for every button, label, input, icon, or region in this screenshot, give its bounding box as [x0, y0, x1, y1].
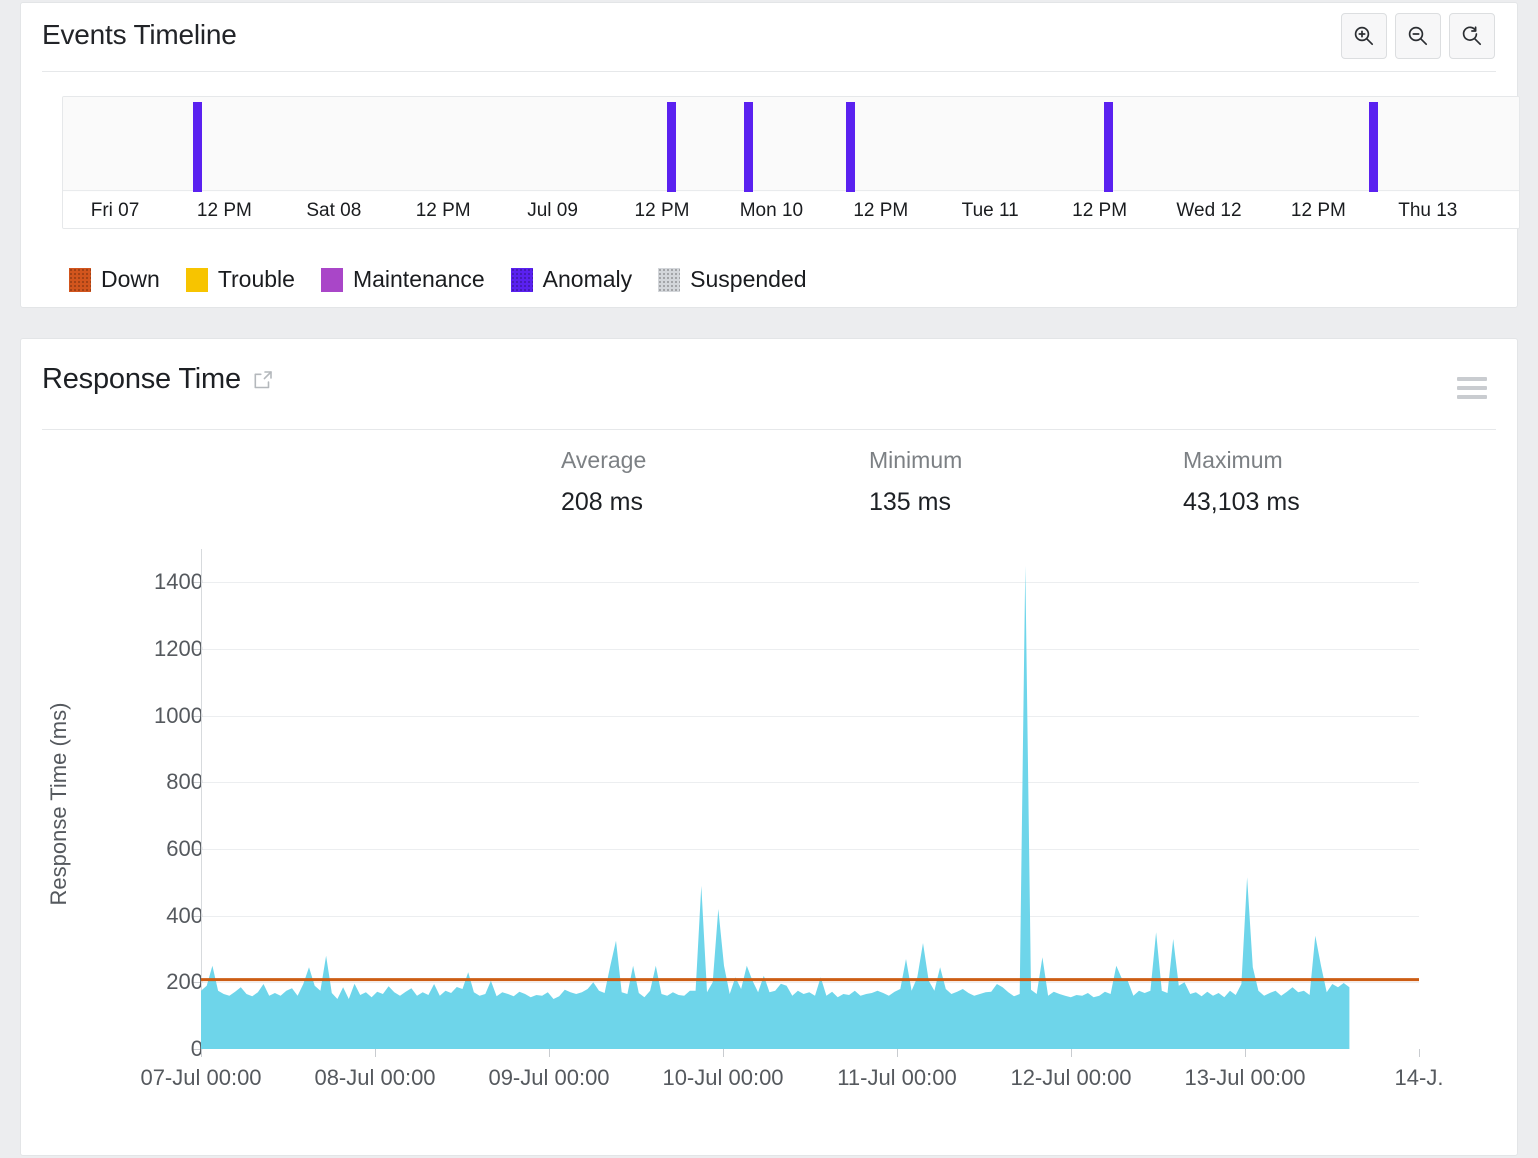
timeline-axis-tick: Thu 13: [1398, 200, 1457, 222]
legend-swatch: [186, 268, 208, 292]
response-time-chart[interactable]: Response Time (ms)0200400600800100012001…: [21, 539, 1519, 1139]
timeline-axis-tick: Fri 07: [91, 200, 140, 222]
legend-item[interactable]: Trouble: [186, 266, 295, 293]
timeline-event-bar[interactable]: [1369, 102, 1378, 192]
timeline-axis-tick: Jul 09: [527, 200, 578, 222]
legend-item[interactable]: Suspended: [658, 266, 806, 293]
stat-value: 43,103 ms: [1183, 488, 1300, 517]
events-legend: Down Trouble Maintenance Anomaly Suspended: [69, 266, 833, 293]
events-timeline-title: Events Timeline: [42, 19, 237, 51]
events-timeline-track[interactable]: [63, 97, 1519, 191]
legend-item[interactable]: Down: [69, 266, 160, 293]
timeline-event-bar[interactable]: [193, 102, 202, 192]
legend-label: Trouble: [218, 266, 295, 293]
zoom-in-button[interactable]: [1341, 13, 1387, 59]
hamburger-bar: [1457, 377, 1487, 381]
zoom-reset-button[interactable]: [1449, 13, 1495, 59]
legend-label: Down: [101, 266, 160, 293]
timeline-axis-tick: 12 PM: [635, 200, 690, 222]
timeline-event-bar[interactable]: [1104, 102, 1113, 192]
stat-block: Maximum 43,103 ms: [1183, 447, 1300, 517]
hamburger-bar: [1457, 395, 1487, 399]
zoom-out-icon: [1406, 24, 1430, 48]
stat-block: Minimum 135 ms: [869, 447, 962, 517]
response-time-series-area: [201, 566, 1349, 1049]
stat-label: Maximum: [1183, 447, 1300, 474]
response-header-divider: [42, 429, 1496, 430]
legend-label: Suspended: [690, 266, 806, 293]
events-timeline-strip[interactable]: Fri 07 12 PM Sat 08 12 PM Jul 09 12 PM Mon 10 1…: [62, 96, 1520, 229]
zoom-out-button[interactable]: [1395, 13, 1441, 59]
stat-label: Minimum: [869, 447, 962, 474]
response-time-stats: Average 208 ms Minimum 135 ms Maximum 43,103 …: [21, 447, 1517, 527]
timeline-event-bar[interactable]: [667, 102, 676, 192]
hamburger-bar: [1457, 386, 1487, 390]
response-time-title-text: Response Time: [42, 363, 241, 396]
timeline-axis-tick: Tue 11: [962, 200, 1019, 222]
timeline-zoom-controls: [1341, 13, 1495, 59]
events-timeline-panel: Events Timeline: [20, 2, 1518, 308]
legend-label: Maintenance: [353, 266, 485, 293]
legend-swatch: [658, 268, 680, 292]
legend-label: Anomaly: [543, 266, 632, 293]
legend-item[interactable]: Anomaly: [511, 266, 632, 293]
timeline-axis-tick: 12 PM: [416, 200, 471, 222]
timeline-axis-tick: Wed 12: [1176, 200, 1241, 222]
response-time-title: Response Time: [42, 363, 274, 396]
timeline-axis-tick: 12 PM: [1072, 200, 1127, 222]
timeline-axis-tick: Mon 10: [740, 200, 803, 222]
legend-swatch: [321, 268, 343, 292]
header-divider: [42, 71, 1496, 72]
stat-label: Average: [561, 447, 646, 474]
legend-swatch: [511, 268, 533, 292]
timeline-event-bar[interactable]: [744, 102, 753, 192]
chart-menu-button[interactable]: [1457, 377, 1487, 399]
timeline-axis-tick: 12 PM: [197, 200, 252, 222]
response-time-area-chart[interactable]: [21, 539, 1519, 1139]
legend-swatch: [69, 268, 91, 292]
dashboard-page: Events Timeline: [0, 0, 1538, 1158]
zoom-in-icon: [1352, 24, 1376, 48]
events-timeline-axis: Fri 07 12 PM Sat 08 12 PM Jul 09 12 PM Mon 10 1…: [63, 192, 1519, 229]
zoom-reset-icon: [1460, 24, 1484, 48]
timeline-axis-tick: 12 PM: [853, 200, 908, 222]
stat-value: 135 ms: [869, 488, 962, 517]
external-link-icon[interactable]: [252, 369, 274, 391]
stat-block: Average 208 ms: [561, 447, 646, 517]
timeline-event-bar[interactable]: [846, 102, 855, 192]
response-time-panel: Response Time Average 208 ms Minimum 135 ms…: [20, 338, 1518, 1156]
events-timeline-header: Events Timeline: [21, 3, 1517, 71]
timeline-axis-tick: Sat 08: [306, 200, 361, 222]
timeline-axis-tick: 12 PM: [1291, 200, 1346, 222]
legend-item[interactable]: Maintenance: [321, 266, 485, 293]
stat-value: 208 ms: [561, 488, 646, 517]
